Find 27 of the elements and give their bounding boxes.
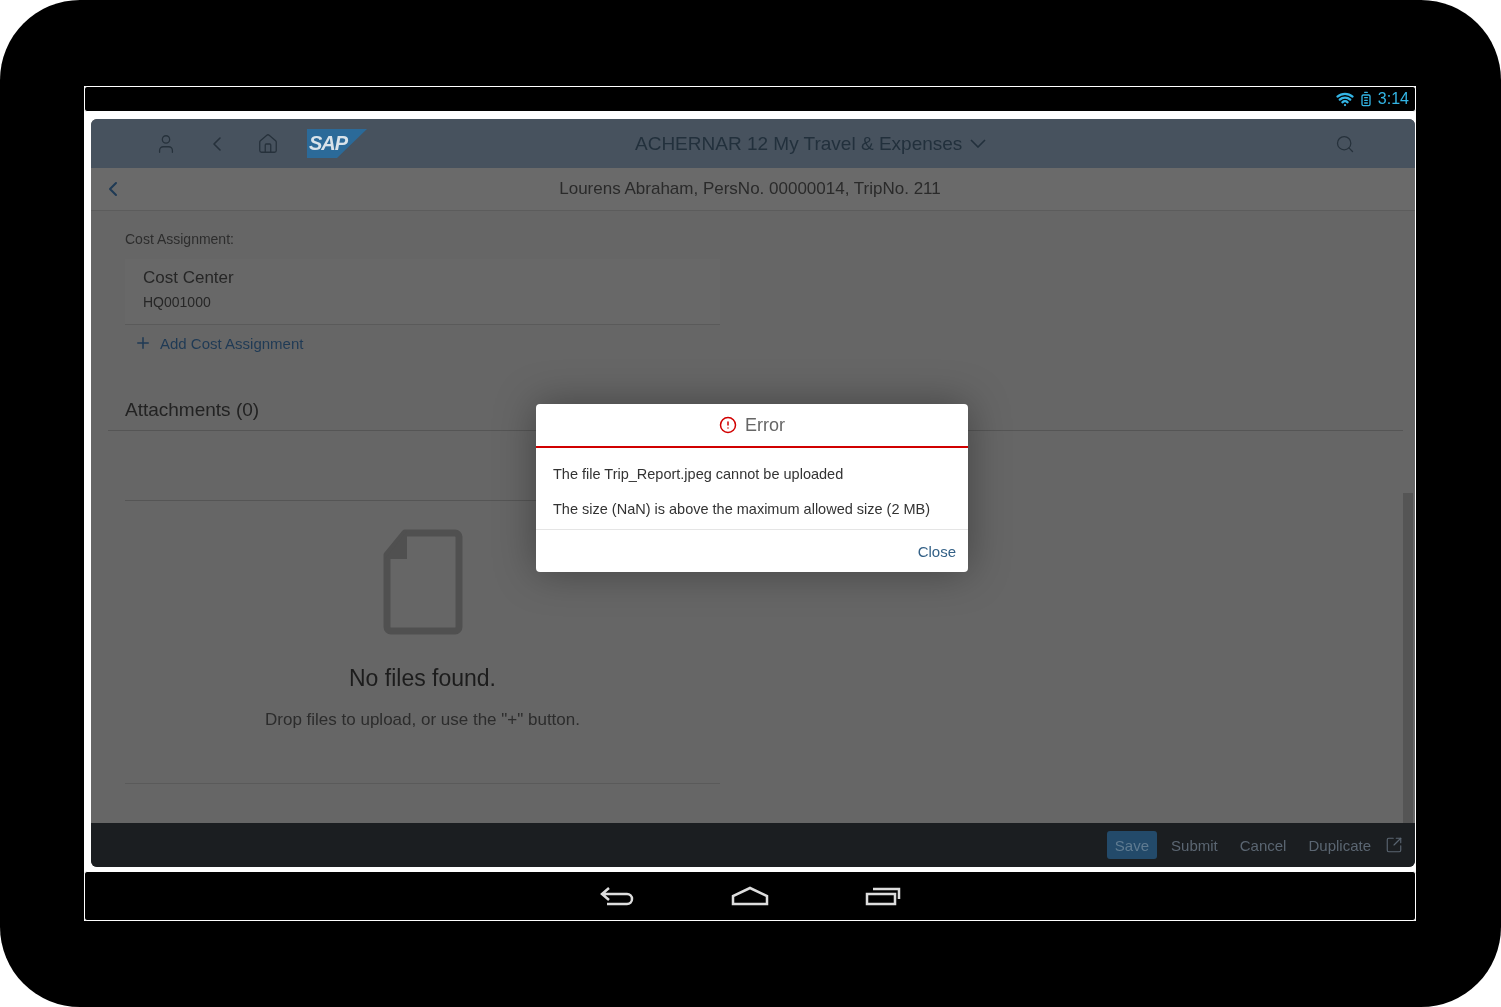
- chevron-down-icon: [970, 139, 987, 148]
- empty-text: Drop files to upload, or use the "+" button.: [265, 710, 580, 730]
- close-button[interactable]: Close: [917, 540, 956, 562]
- wifi-icon: [1335, 90, 1354, 108]
- back-button[interactable]: [599, 885, 635, 907]
- logo: SAP: [307, 129, 367, 158]
- add-cost-assignment-link[interactable]: Add Cost Assignment: [134, 334, 304, 352]
- footer-button[interactable]: Duplicate: [1300, 831, 1379, 859]
- attachments-title: Attachments (0): [125, 399, 260, 421]
- recent-apps-button[interactable]: [865, 886, 901, 906]
- empty-title: No files found.: [349, 665, 496, 692]
- dialog-title: Error: [745, 414, 785, 436]
- home-button[interactable]: [731, 886, 769, 906]
- search-button[interactable]: [1335, 133, 1355, 154]
- page-title: Lourens Abraham, PersNo. 00000014, TripNo. 211: [558, 179, 942, 199]
- item-value: HQ001000: [143, 294, 212, 310]
- footer-button[interactable]: Save: [1106, 831, 1158, 859]
- error-icon: [719, 416, 737, 434]
- scrollbar[interactable]: [1403, 493, 1413, 823]
- footer-button[interactable]: Submit: [1163, 831, 1226, 859]
- clock-time: 3:14: [1377, 90, 1409, 108]
- item-title: Cost Center: [143, 268, 235, 288]
- section-label: Cost Assignment:: [125, 231, 235, 247]
- dialog-message: The file Trip_Report.jpeg cannot be uploaded: [553, 466, 845, 482]
- share-button[interactable]: [1385, 836, 1403, 854]
- plus-icon: [134, 334, 152, 352]
- footer-button[interactable]: Cancel: [1231, 831, 1295, 859]
